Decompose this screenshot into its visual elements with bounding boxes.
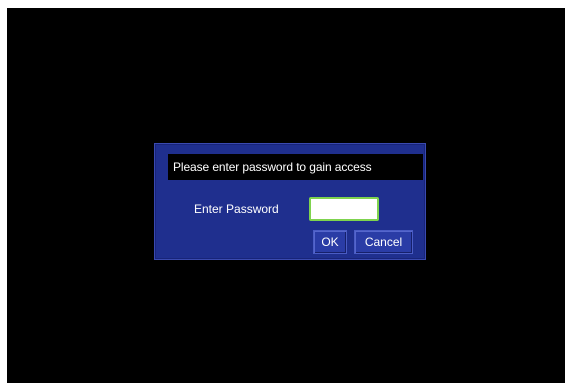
- password-input[interactable]: [309, 197, 379, 221]
- password-dialog: Please enter password to gain access Ent…: [154, 143, 426, 260]
- screen-background: Please enter password to gain access Ent…: [7, 8, 565, 383]
- cancel-button[interactable]: Cancel: [354, 230, 413, 254]
- password-label: Enter Password: [194, 202, 279, 216]
- ok-button[interactable]: OK: [313, 230, 347, 254]
- dialog-message: Please enter password to gain access: [168, 154, 423, 180]
